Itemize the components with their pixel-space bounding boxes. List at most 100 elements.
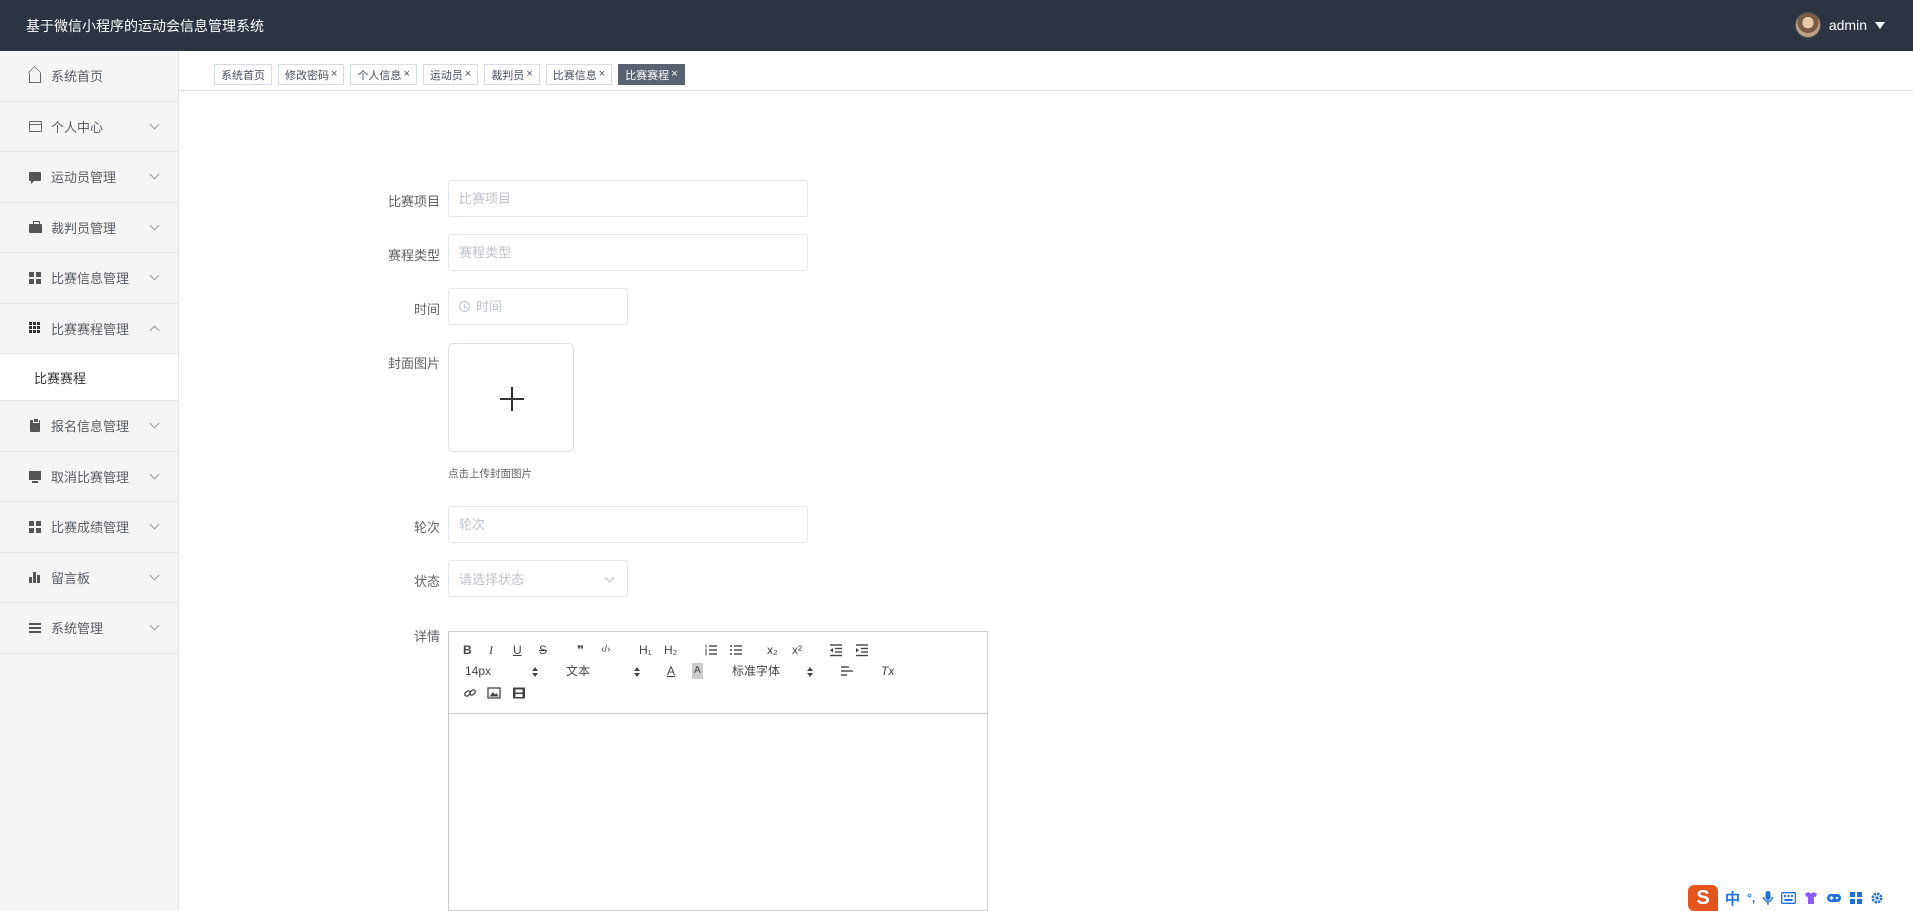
sidebar-item-label: 比赛赛程管理 bbox=[51, 321, 130, 337]
round-label: 轮次 bbox=[413, 520, 440, 535]
clear-format-button[interactable]: Tx bbox=[881, 663, 894, 679]
sidebar-item-message-board[interactable]: 留言板 bbox=[0, 553, 178, 603]
schedule-type-input[interactable] bbox=[459, 245, 797, 260]
status-label: 状态 bbox=[413, 574, 440, 589]
schedule-type-field[interactable] bbox=[448, 234, 808, 271]
sidebar-item-match-schedule[interactable]: 比赛赛程管理 bbox=[0, 304, 178, 354]
sidebar-item-label: 系统首页 bbox=[51, 69, 104, 85]
sidebar-item-label: 裁判员管理 bbox=[51, 220, 117, 236]
sidebar-item-results[interactable]: 比赛成绩管理 bbox=[0, 502, 178, 553]
sidebar-item-label: 留言板 bbox=[51, 570, 91, 586]
time-input[interactable] bbox=[476, 299, 617, 314]
sidebar-item-personal-center[interactable]: 个人中心 bbox=[0, 102, 178, 152]
italic-button[interactable]: I bbox=[489, 642, 493, 658]
sogou-logo-icon[interactable]: S bbox=[1688, 885, 1718, 911]
round-input[interactable] bbox=[459, 517, 797, 532]
sidebar-item-athletes[interactable]: 运动员管理 bbox=[0, 152, 178, 203]
tab-home[interactable]: 系统首页 bbox=[214, 64, 272, 85]
tab-label: 比赛信息 bbox=[552, 69, 597, 82]
chevron-down-icon bbox=[149, 418, 160, 429]
tab-label: 个人信息 bbox=[357, 69, 402, 82]
chevron-down-icon bbox=[149, 119, 160, 129]
sidebar-item-label: 系统管理 bbox=[51, 621, 104, 637]
tab-athletes[interactable]: 运动员 × bbox=[422, 64, 479, 85]
punctuation-mode[interactable]: °, bbox=[1747, 891, 1755, 905]
tab-label: 裁判员 bbox=[491, 69, 525, 82]
sidebar-item-registration[interactable]: 报名信息管理 bbox=[0, 401, 178, 452]
video-icon[interactable] bbox=[512, 686, 526, 700]
rich-text-editor: B I U S ❞ ‹/› H₁ H₂ x₂ x² 14px 文本 A A 标准… bbox=[448, 631, 988, 911]
select-arrows-icon bbox=[807, 667, 813, 677]
close-icon[interactable]: × bbox=[465, 69, 471, 80]
sidebar-item-referees[interactable]: 裁判员管理 bbox=[0, 203, 178, 253]
chevron-down-icon bbox=[149, 270, 160, 281]
subscript-button[interactable]: x₂ bbox=[767, 642, 778, 658]
chevron-up-icon bbox=[149, 325, 160, 335]
card-icon bbox=[28, 119, 42, 133]
chevron-down-icon bbox=[149, 220, 160, 230]
project-field[interactable] bbox=[448, 180, 808, 217]
tab-referees[interactable]: 裁判员 × bbox=[484, 64, 540, 85]
tab-match-schedule[interactable]: 比赛赛程 × bbox=[618, 64, 685, 85]
code-button[interactable]: ‹/› bbox=[601, 642, 610, 658]
sidebar-item-label: 报名信息管理 bbox=[51, 419, 130, 435]
close-icon[interactable]: × bbox=[526, 69, 532, 80]
caret-down-icon[interactable] bbox=[1875, 21, 1885, 29]
close-icon[interactable]: × bbox=[599, 69, 605, 80]
username[interactable]: admin bbox=[1829, 17, 1867, 33]
close-icon[interactable]: × bbox=[331, 69, 337, 80]
tab-personal-info[interactable]: 个人信息 × bbox=[350, 64, 417, 85]
close-icon[interactable]: × bbox=[403, 69, 409, 80]
status-select[interactable]: 请选择状态 bbox=[448, 560, 628, 597]
link-icon[interactable] bbox=[463, 686, 477, 700]
settings-gear-icon[interactable] bbox=[1870, 891, 1884, 905]
sidebar-subitem-schedule[interactable]: 比赛赛程 bbox=[0, 354, 178, 401]
h1-button[interactable]: H₁ bbox=[639, 642, 652, 658]
underline-button[interactable]: U bbox=[513, 642, 522, 658]
sidebar-item-system[interactable]: 系统管理 bbox=[0, 603, 178, 654]
clipboard-icon bbox=[28, 417, 42, 433]
align-left-icon[interactable] bbox=[840, 665, 854, 679]
header-select[interactable]: 文本 bbox=[566, 663, 590, 679]
chevron-down-icon bbox=[149, 570, 160, 580]
skin-icon[interactable] bbox=[1803, 891, 1819, 905]
outdent-icon[interactable] bbox=[829, 643, 843, 657]
ordered-list-icon[interactable] bbox=[704, 643, 718, 657]
time-picker[interactable] bbox=[448, 288, 628, 325]
font-size-select[interactable]: 14px bbox=[465, 663, 491, 679]
sidebar-item-home[interactable]: 系统首页 bbox=[0, 51, 178, 102]
superscript-button[interactable]: x² bbox=[792, 642, 802, 658]
sidebar-item-label: 比赛成绩管理 bbox=[51, 520, 130, 536]
apps-grid-icon[interactable] bbox=[1849, 891, 1863, 905]
blockquote-button[interactable]: ❞ bbox=[577, 642, 584, 658]
sidebar-item-cancel-match[interactable]: 取消比赛管理 bbox=[0, 452, 178, 502]
cover-upload-button[interactable] bbox=[448, 343, 574, 452]
ime-toolbar[interactable]: S 中 °, bbox=[1688, 885, 1913, 911]
close-icon[interactable]: × bbox=[671, 69, 677, 80]
user-menu[interactable]: admin bbox=[1794, 12, 1885, 38]
font-family-select[interactable]: 标准字体 bbox=[732, 663, 780, 679]
tab-match-info[interactable]: 比赛信息 × bbox=[545, 64, 613, 85]
text-color-button[interactable]: A bbox=[667, 663, 675, 679]
project-input[interactable] bbox=[459, 191, 797, 206]
bold-button[interactable]: B bbox=[463, 642, 472, 658]
editor-content[interactable] bbox=[449, 715, 987, 910]
time-label: 时间 bbox=[413, 302, 440, 317]
ime-mode[interactable]: 中 bbox=[1725, 888, 1740, 909]
bullet-list-icon[interactable] bbox=[729, 643, 743, 657]
microphone-icon[interactable] bbox=[1762, 890, 1774, 906]
strike-button[interactable]: S bbox=[539, 642, 547, 658]
sidebar-item-match-info[interactable]: 比赛信息管理 bbox=[0, 253, 178, 304]
indent-icon[interactable] bbox=[855, 643, 869, 657]
background-color-button[interactable]: A bbox=[692, 663, 703, 679]
sidebar-item-label: 运动员管理 bbox=[51, 170, 117, 186]
schedule-type-label: 赛程类型 bbox=[387, 248, 440, 263]
keyboard-icon[interactable] bbox=[1781, 892, 1797, 904]
h2-button[interactable]: H₂ bbox=[664, 642, 677, 658]
round-field[interactable] bbox=[448, 506, 808, 543]
avatar[interactable] bbox=[1794, 12, 1821, 38]
tab-change-password[interactable]: 修改密码 × bbox=[278, 64, 345, 85]
monitor-icon bbox=[28, 469, 42, 483]
image-icon[interactable] bbox=[487, 686, 501, 700]
gamepad-icon[interactable] bbox=[1826, 891, 1842, 905]
